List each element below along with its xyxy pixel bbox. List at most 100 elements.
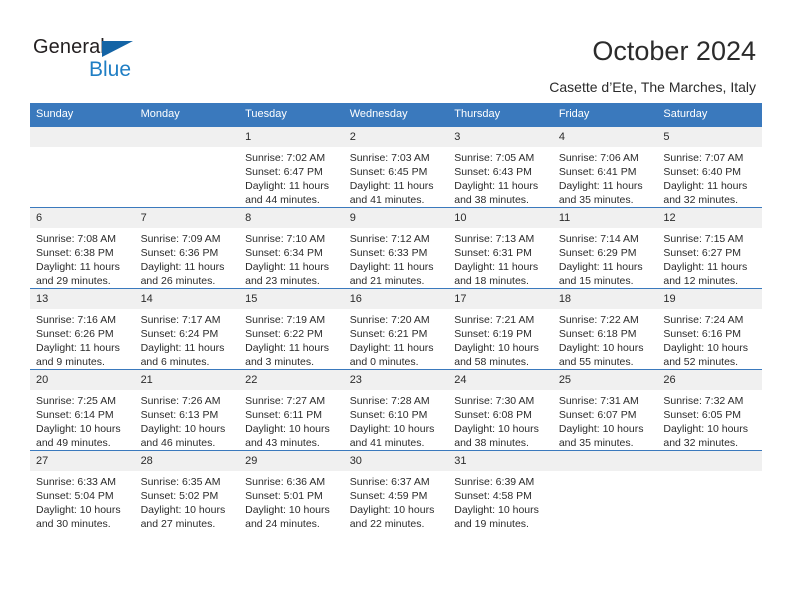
- calendar-day-cell[interactable]: 4 Sunrise: 7:06 AM Sunset: 6:41 PM Daylight…: [552, 126, 658, 208]
- day-details: Sunrise: 7:21 AM Sunset: 6:19 PM Daylight:…: [448, 309, 553, 369]
- page-title: October 2024: [592, 36, 756, 66]
- calendar-day-cell[interactable]: 26 Sunrise: 7:32 AM Sunset: 6:05 PM Dayligh…: [657, 369, 762, 451]
- day-number: [657, 451, 762, 471]
- day-detail-line: Daylight: 10 hours: [558, 423, 644, 435]
- day-detail-line: and 44 minutes.: [245, 194, 320, 206]
- day-detail-line: and 23 minutes.: [245, 275, 320, 287]
- day-detail-line: Daylight: 11 hours: [245, 261, 329, 273]
- day-detail-line: and 32 minutes.: [663, 437, 739, 449]
- day-detail-line: Sunrise: 7:20 AM: [349, 314, 430, 326]
- calendar-day-cell[interactable]: 21 Sunrise: 7:26 AM Sunset: 6:13 PM Dayligh…: [134, 369, 240, 451]
- day-detail-line: Sunrise: 7:24 AM: [663, 314, 744, 326]
- calendar-week-row: 6 Sunrise: 7:08 AM Sunset: 6:38 PM Daylight…: [30, 207, 762, 289]
- day-detail-line: Sunset: 6:21 PM: [349, 328, 428, 340]
- day-details: Sunrise: 7:26 AM Sunset: 6:13 PM Daylight:…: [135, 390, 240, 450]
- calendar-day-cell[interactable]: 27 Sunrise: 6:33 AM Sunset: 5:04 PM Dayligh…: [30, 450, 135, 531]
- day-number: 9: [343, 208, 449, 228]
- calendar-day-cell[interactable]: 17 Sunrise: 7:21 AM Sunset: 6:19 PM Dayligh…: [448, 288, 553, 370]
- day-details: [553, 471, 658, 475]
- weekday-header-label: Sunday: [36, 108, 74, 120]
- day-detail-line: Sunset: 6:43 PM: [454, 166, 532, 178]
- weekday-header-label: Wednesday: [349, 108, 408, 120]
- day-detail-line: Sunrise: 7:25 AM: [36, 395, 116, 407]
- day-detail-line: Sunrise: 7:12 AM: [349, 233, 430, 245]
- day-detail-line: Sunset: 6:22 PM: [245, 328, 323, 340]
- day-details: Sunrise: 7:08 AM Sunset: 6:38 PM Daylight:…: [30, 228, 135, 288]
- day-detail-line: Sunset: 6:31 PM: [454, 247, 532, 259]
- day-detail-line: Daylight: 11 hours: [245, 180, 329, 192]
- day-details: Sunrise: 7:14 AM Sunset: 6:29 PM Daylight:…: [553, 228, 658, 288]
- calendar-day-cell[interactable]: 7 Sunrise: 7:09 AM Sunset: 6:36 PM Daylight…: [134, 207, 240, 289]
- day-detail-line: Daylight: 10 hours: [663, 423, 749, 435]
- calendar-day-cell[interactable]: 19 Sunrise: 7:24 AM Sunset: 6:16 PM Dayligh…: [657, 288, 762, 370]
- day-details: Sunrise: 7:09 AM Sunset: 6:36 PM Daylight:…: [135, 228, 240, 288]
- day-detail-line: Daylight: 11 hours: [558, 180, 643, 192]
- calendar-day-cell[interactable]: 23 Sunrise: 7:28 AM Sunset: 6:10 PM Dayligh…: [343, 369, 449, 451]
- day-detail-line: and 55 minutes.: [558, 356, 634, 368]
- calendar-day-cell[interactable]: 31 Sunrise: 6:39 AM Sunset: 4:58 PM Dayligh…: [448, 450, 553, 531]
- page-subtitle: Casette d’Ete, The Marches, Italy: [549, 79, 756, 95]
- day-number: 19: [657, 289, 762, 309]
- calendar-day-cell[interactable]: 9 Sunrise: 7:12 AM Sunset: 6:33 PM Daylight…: [343, 207, 449, 289]
- day-number: 24: [448, 370, 553, 390]
- day-details: Sunrise: 7:15 AM Sunset: 6:27 PM Daylight:…: [657, 228, 762, 288]
- day-detail-line: and 41 minutes.: [349, 194, 425, 206]
- day-detail-line: Sunset: 6:27 PM: [663, 247, 742, 259]
- day-detail-line: and 24 minutes.: [245, 518, 320, 530]
- calendar-day-cell[interactable]: 29 Sunrise: 6:36 AM Sunset: 5:01 PM Dayligh…: [239, 450, 344, 531]
- day-number: 7: [134, 208, 240, 228]
- day-number: 26: [657, 370, 762, 390]
- day-number: 23: [343, 370, 449, 390]
- calendar-day-cell[interactable]: 30 Sunrise: 6:37 AM Sunset: 4:59 PM Dayligh…: [343, 450, 449, 531]
- calendar-day-cell[interactable]: 8 Sunrise: 7:10 AM Sunset: 6:34 PM Daylight…: [239, 207, 344, 289]
- day-detail-line: Daylight: 11 hours: [663, 180, 748, 192]
- day-detail-line: Sunrise: 7:32 AM: [663, 395, 744, 407]
- day-detail-line: Sunrise: 7:09 AM: [140, 233, 221, 245]
- month-calendar-table: Sunday Monday Tuesday Wednesday Thursday Frid…: [30, 103, 762, 531]
- weekday-header-sunday: Sunday: [30, 103, 135, 127]
- day-number: 5: [657, 127, 762, 147]
- day-number: 1: [239, 127, 344, 147]
- day-details: Sunrise: 7:12 AM Sunset: 6:33 PM Daylight:…: [344, 228, 449, 288]
- calendar-day-cell[interactable]: 5 Sunrise: 7:07 AM Sunset: 6:40 PM Daylight…: [657, 126, 762, 208]
- calendar-day-cell[interactable]: 15 Sunrise: 7:19 AM Sunset: 6:22 PM Dayligh…: [239, 288, 344, 370]
- day-number: 28: [134, 451, 240, 471]
- day-detail-line: and 32 minutes.: [663, 194, 739, 206]
- calendar-day-cell[interactable]: 20 Sunrise: 7:25 AM Sunset: 6:14 PM Dayligh…: [30, 369, 135, 451]
- day-number: 27: [30, 451, 135, 471]
- calendar-day-cell[interactable]: 14 Sunrise: 7:17 AM Sunset: 6:24 PM Dayligh…: [134, 288, 240, 370]
- calendar-day-cell[interactable]: 10 Sunrise: 7:13 AM Sunset: 6:31 PM Dayligh…: [448, 207, 553, 289]
- day-detail-line: Sunset: 6:14 PM: [36, 409, 114, 421]
- calendar-day-cell[interactable]: 18 Sunrise: 7:22 AM Sunset: 6:18 PM Dayligh…: [552, 288, 658, 370]
- calendar-day-cell[interactable]: 24 Sunrise: 7:30 AM Sunset: 6:08 PM Dayligh…: [448, 369, 553, 451]
- weekday-header-label: Thursday: [454, 108, 501, 120]
- day-detail-line: Sunrise: 7:10 AM: [245, 233, 326, 245]
- weekday-header-label: Friday: [558, 108, 590, 120]
- day-detail-line: Sunset: 6:34 PM: [245, 247, 323, 259]
- calendar-day-cell[interactable]: 12 Sunrise: 7:15 AM Sunset: 6:27 PM Dayligh…: [657, 207, 762, 289]
- day-detail-line: Daylight: 11 hours: [349, 342, 434, 354]
- weekday-header-tuesday: Tuesday: [239, 103, 344, 127]
- calendar-day-cell[interactable]: 1 Sunrise: 7:02 AM Sunset: 6:47 PM Daylight…: [239, 126, 344, 208]
- general-blue-logo[interactable]: General Blue: [33, 36, 213, 86]
- calendar-day-cell[interactable]: 22 Sunrise: 7:27 AM Sunset: 6:11 PM Dayligh…: [239, 369, 344, 451]
- day-detail-line: Sunset: 6:40 PM: [663, 166, 742, 178]
- calendar-day-cell[interactable]: 3 Sunrise: 7:05 AM Sunset: 6:43 PM Daylight…: [448, 126, 553, 208]
- day-number: 31: [448, 451, 553, 471]
- day-number: 10: [448, 208, 553, 228]
- day-details: Sunrise: 7:22 AM Sunset: 6:18 PM Daylight:…: [553, 309, 658, 369]
- calendar-day-cell[interactable]: 13 Sunrise: 7:16 AM Sunset: 6:26 PM Dayligh…: [30, 288, 135, 370]
- calendar-day-cell[interactable]: 6 Sunrise: 7:08 AM Sunset: 6:38 PM Daylight…: [30, 207, 135, 289]
- page-header: General Blue October 2024 Casette d’Ete,…: [0, 0, 792, 100]
- day-detail-line: Sunrise: 6:35 AM: [140, 476, 221, 488]
- calendar-day-cell[interactable]: 28 Sunrise: 6:35 AM Sunset: 5:02 PM Dayligh…: [134, 450, 240, 531]
- calendar-body: 1 Sunrise: 7:02 AM Sunset: 6:47 PM Daylight…: [30, 126, 762, 531]
- day-detail-line: Sunrise: 7:15 AM: [663, 233, 744, 245]
- calendar-day-cell-empty: [552, 450, 658, 531]
- day-details: Sunrise: 6:33 AM Sunset: 5:04 PM Daylight:…: [30, 471, 135, 531]
- calendar-day-cell[interactable]: 2 Sunrise: 7:03 AM Sunset: 6:45 PM Daylight…: [343, 126, 449, 208]
- calendar-day-cell[interactable]: 11 Sunrise: 7:14 AM Sunset: 6:29 PM Dayligh…: [552, 207, 658, 289]
- day-detail-line: Sunrise: 7:17 AM: [140, 314, 221, 326]
- calendar-day-cell[interactable]: 16 Sunrise: 7:20 AM Sunset: 6:21 PM Dayligh…: [343, 288, 449, 370]
- calendar-day-cell[interactable]: 25 Sunrise: 7:31 AM Sunset: 6:07 PM Dayligh…: [552, 369, 658, 451]
